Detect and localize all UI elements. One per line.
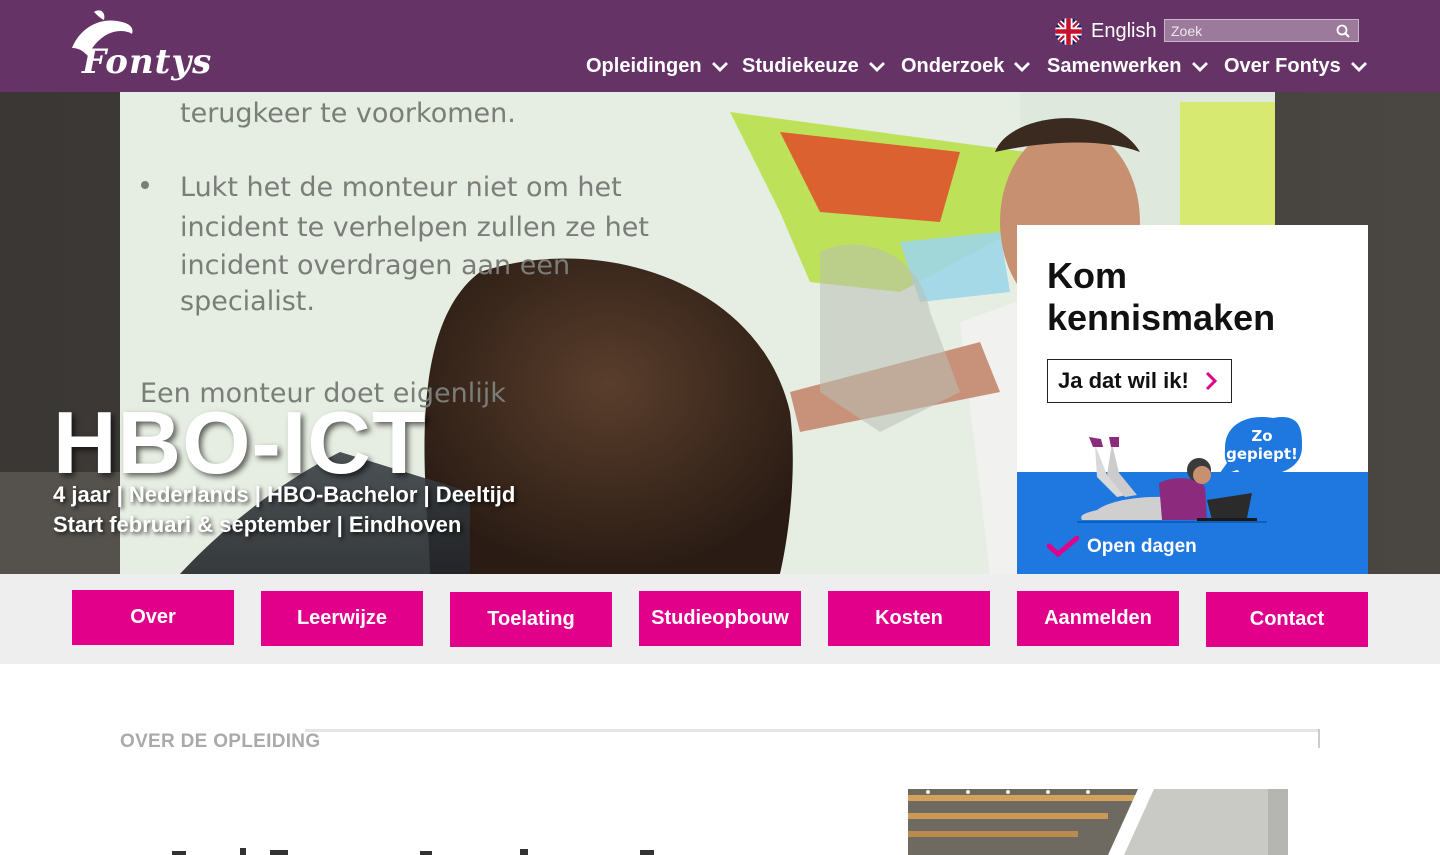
building-photo (908, 789, 1288, 855)
bubble-text: gepiept! (1226, 445, 1298, 463)
section-divider (305, 729, 1320, 732)
promo-title: Kom kennismaken (1047, 255, 1276, 338)
nav-samenwerken[interactable]: Samenwerken (1047, 52, 1209, 80)
tab-label: Leerwijze (296, 607, 388, 629)
student-laptop-illustration: Zo gepiept! (1077, 417, 1302, 523)
search-icon (1336, 24, 1350, 38)
slide-text: specialist. (180, 286, 315, 317)
tab-label: Aanmelden (1044, 607, 1152, 629)
slide-text: incident overdragen aan een (180, 250, 570, 281)
promo-cta-button[interactable]: Ja dat wil ik! (1047, 359, 1232, 403)
chevron-down-icon (711, 62, 728, 72)
fontys-logo[interactable]: Fontys (70, 8, 213, 82)
nav-studiekeuze[interactable]: Studiekeuze (742, 52, 886, 80)
section-divider-end (1318, 729, 1320, 748)
tab-aanmelden[interactable]: Aanmelden (1017, 591, 1179, 646)
tab-label: Toelating (487, 608, 575, 630)
hero-subtitle: Start februari & september | Eindhoven (53, 512, 462, 537)
chevron-down-icon (868, 62, 885, 72)
chevron-down-icon (1191, 62, 1208, 72)
tab-label: Contact (1249, 608, 1325, 630)
tab-leerwijze[interactable]: Leerwijze (261, 591, 423, 646)
nav-label: Opleidingen (586, 54, 702, 77)
open-dagen-label: Open dagen (1087, 536, 1197, 557)
promo-card: Kom kennismaken Ja dat wil ik! Zo gepiep… (1017, 225, 1368, 574)
uk-flag-icon (1055, 17, 1082, 45)
hero-subtitle: 4 jaar | Nederlands | HBO-Bachelor | Dee… (53, 482, 516, 507)
nav-over-fontys[interactable]: Over Fontys (1224, 52, 1368, 80)
content-heading-partial (120, 840, 720, 855)
chevron-down-icon (1014, 62, 1031, 72)
chevron-down-icon (1350, 62, 1367, 72)
tab-studieopbouw[interactable]: Studieopbouw (639, 591, 801, 646)
search-input[interactable] (1165, 20, 1330, 41)
nav-label: Studiekeuze (742, 54, 859, 77)
hero-title: HBO-ICT (53, 393, 427, 492)
logo-text: Fontys (82, 42, 213, 82)
tab-label: Over (130, 606, 176, 628)
nav-opleidingen[interactable]: Opleidingen (586, 52, 729, 80)
nav-label: Onderzoek (901, 54, 1005, 77)
checkmark-icon (1047, 536, 1079, 558)
tab-label: Kosten (875, 607, 943, 629)
tab-label: Studieopbouw (651, 607, 789, 629)
nav-label: Samenwerken (1047, 54, 1182, 77)
search-button[interactable] (1330, 20, 1356, 41)
slide-text: terugkeer te voorkomen. (180, 98, 516, 129)
tab-contact[interactable]: Contact (1206, 592, 1368, 647)
tab-kosten[interactable]: Kosten (828, 591, 990, 646)
nav-label: Over Fontys (1224, 54, 1341, 77)
language-switch[interactable]: English (1055, 16, 1157, 46)
search-box (1164, 19, 1359, 42)
tab-over[interactable]: Over (72, 590, 234, 645)
slide-text: incident te verhelpen zullen ze het (180, 212, 649, 243)
chevron-right-icon (1205, 371, 1217, 391)
tab-toelating[interactable]: Toelating (450, 592, 612, 647)
slide-text: Lukt het de monteur niet om het (180, 172, 622, 203)
promo-cta-label: Ja dat wil ik! (1058, 368, 1189, 393)
site-header: Fontys English Opleidingen Studiekeuze (0, 0, 1440, 92)
bubble-text: Zo (1251, 427, 1272, 445)
section-label: OVER DE OPLEIDING (120, 731, 321, 752)
language-label: English (1091, 19, 1157, 42)
nav-onderzoek[interactable]: Onderzoek (901, 52, 1031, 80)
open-dagen-link[interactable]: Open dagen (1047, 536, 1197, 558)
section-tab-bar: Over Leerwijze Toelating Studieopbouw Ko… (0, 574, 1440, 664)
